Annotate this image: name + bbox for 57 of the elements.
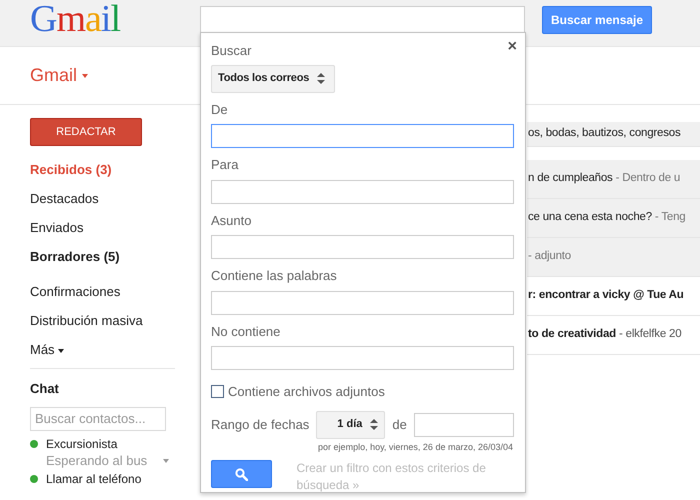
caret-icon[interactable] [163, 458, 170, 462]
contact-status: Esperando al bus [46, 452, 148, 468]
close-button[interactable]: × [508, 35, 517, 59]
email-row[interactable]: r: encontrar a vicky @ Tue Au [527, 277, 700, 316]
sidebar-item[interactable]: Confirmaciones [30, 277, 170, 306]
date-range-select[interactable]: 1 día [316, 410, 386, 438]
email-row[interactable]: ce una cena esta noche? - Teng [527, 199, 700, 238]
sort-arrows-icon [317, 73, 326, 84]
sidebar-item[interactable]: Recibidos (3) [30, 155, 170, 184]
email-row[interactable]: os, bodas, bautizos, congresos [527, 122, 700, 147]
email-subject: n de cumpleaños [528, 171, 613, 186]
field-label: De [211, 100, 229, 118]
chat-heading: Chat [30, 380, 60, 398]
field-label: No contiene [211, 322, 282, 340]
sort-arrows-icon [370, 419, 378, 430]
email-snippet: - elkfelfke 20 [619, 327, 682, 342]
field-label: de [392, 416, 407, 434]
field-label: Asunto [211, 212, 252, 230]
input-field[interactable] [211, 235, 514, 259]
email-subject: ce una cena esta noche? [528, 210, 652, 226]
sidebar-item[interactable]: Destacados [30, 184, 170, 213]
checkbox[interactable] [211, 385, 224, 398]
app-menu[interactable]: Gmail [30, 62, 88, 89]
email-subject: to de creatividad [528, 327, 616, 342]
field-label: Contiene las palabras [211, 267, 338, 285]
input-field[interactable] [211, 290, 514, 314]
email-row[interactable]: to de creatividad - elkfelfke 20 [527, 316, 700, 355]
email-subject: r: encontrar a vicky @ Tue Au [528, 288, 684, 304]
sidebar-item[interactable]: Distribución masiva [30, 306, 170, 335]
search-button[interactable] [211, 460, 272, 488]
field-label: Buscar [211, 43, 252, 58]
hint-text: por ejemplo, hoy, viernes, 26 de marzo, 26/03/04 [318, 440, 513, 454]
input-field[interactable] [211, 180, 514, 204]
search-field[interactable] [200, 6, 525, 33]
input-field[interactable] [211, 346, 514, 370]
caret-icon [82, 74, 88, 78]
sidebar-item[interactable]: Borradores (5) [30, 242, 170, 271]
input-field[interactable] [211, 124, 514, 148]
email-subject: os, bodas, bautizos, congresos [528, 126, 681, 142]
compose-button[interactable]: REDACTAR [30, 118, 142, 146]
contact-search-field[interactable]: Buscar contactos... [30, 406, 166, 430]
gmail-logo: Gmail [30, 0, 120, 38]
checkbox-label: Contiene archivos adjuntos [228, 383, 385, 401]
email-snippet: - adjunto [528, 249, 571, 264]
email-row[interactable]: - adjunto [527, 238, 700, 277]
sidebar-item[interactable]: Enviados [30, 213, 170, 242]
contact-name[interactable]: Excursionista [46, 436, 118, 452]
scope-select[interactable]: Todos los correos [211, 64, 335, 92]
contact-name[interactable]: Llamar al teléfono [46, 472, 142, 486]
field-label: Rango de fechas [211, 416, 310, 434]
sidebar-item[interactable]: Más [30, 335, 64, 364]
email-snippet: - Dentro de u [616, 171, 680, 186]
email-row[interactable]: n de cumpleaños - Dentro de u [527, 160, 700, 199]
email-snippet: - Teng [654, 210, 686, 226]
date-field[interactable] [414, 412, 514, 436]
field-label: Para [211, 156, 240, 174]
search-icon [235, 468, 248, 482]
